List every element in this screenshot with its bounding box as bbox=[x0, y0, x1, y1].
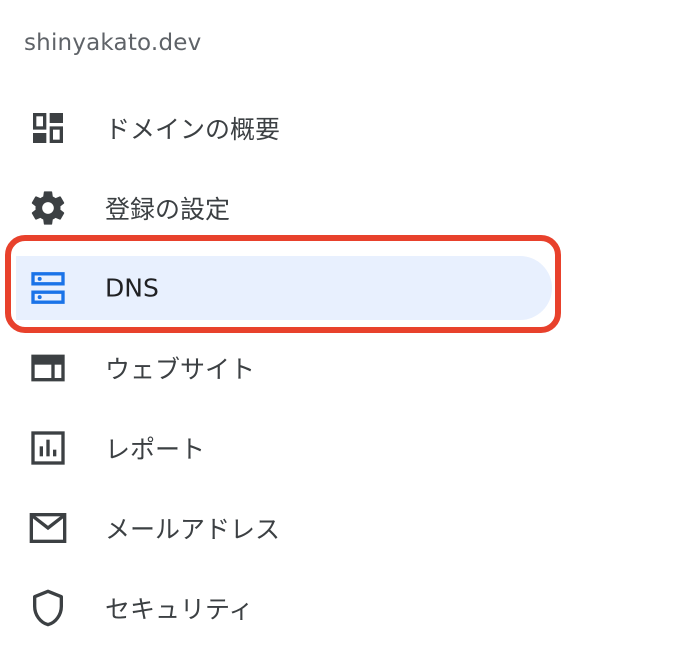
sidebar-nav: ドメインの概要 登録の設定 DNS ウェブサイト レポート メールアドレス セキ… bbox=[0, 88, 678, 648]
gear-icon bbox=[28, 188, 68, 228]
nav-item-label: ウェブサイト bbox=[105, 355, 256, 384]
nav-item-website[interactable]: ウェブサイト bbox=[0, 328, 678, 408]
nav-item-label: レポート bbox=[105, 435, 206, 464]
dns-icon bbox=[28, 268, 68, 308]
mail-icon bbox=[28, 508, 68, 548]
shield-icon bbox=[28, 588, 68, 628]
nav-item-security[interactable]: セキュリティ bbox=[0, 568, 678, 648]
nav-item-label: セキュリティ bbox=[105, 595, 254, 624]
nav-item-overview[interactable]: ドメインの概要 bbox=[0, 88, 678, 168]
nav-item-label: ドメインの概要 bbox=[105, 115, 281, 144]
nav-item-label: 登録の設定 bbox=[105, 195, 231, 224]
nav-item-label: メールアドレス bbox=[105, 515, 281, 544]
nav-item-dns[interactable]: DNS bbox=[0, 248, 678, 328]
dashboard-icon bbox=[28, 108, 68, 148]
nav-item-email[interactable]: メールアドレス bbox=[0, 488, 678, 568]
nav-item-reports[interactable]: レポート bbox=[0, 408, 678, 488]
website-icon bbox=[28, 348, 68, 388]
report-icon bbox=[28, 428, 68, 468]
domain-title: shinyakato.dev bbox=[24, 30, 202, 56]
active-indicator bbox=[16, 256, 552, 320]
nav-item-registration-settings[interactable]: 登録の設定 bbox=[0, 168, 678, 248]
nav-item-label: DNS bbox=[105, 273, 159, 303]
